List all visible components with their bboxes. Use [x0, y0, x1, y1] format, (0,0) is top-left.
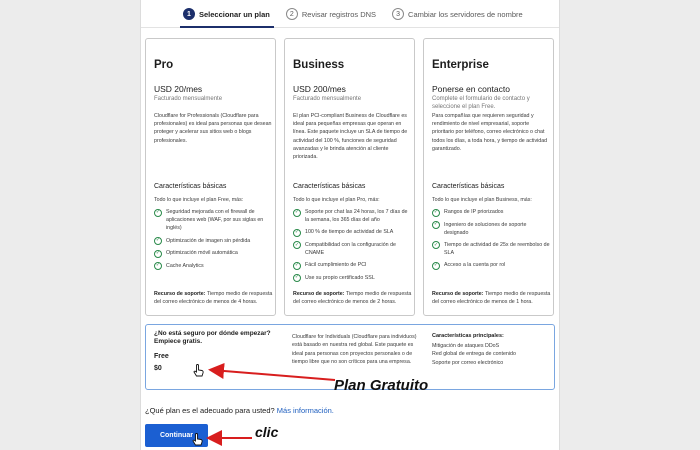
features-intro: Todo lo que incluye el plan Pro, más:	[293, 197, 380, 203]
feature-item: ✓ Seguridad mejorada con el firewall de a…	[154, 208, 274, 233]
feature-item: ✓ Optimización de imagen sin pérdida	[154, 237, 274, 246]
free-feature-item: Mitigación de ataques DDoS	[432, 343, 500, 349]
annotation-clic: clic	[255, 424, 279, 440]
free-plan-price: $0	[154, 365, 162, 372]
step-change-nameservers[interactable]: 3 Cambiar los servidores de nombre	[392, 8, 523, 20]
check-circle-icon: ✓	[293, 241, 301, 250]
features-title: Características básicas	[293, 183, 366, 190]
support-label: Recurso de soporte:	[432, 291, 484, 297]
feature-item: ✓ Ingeniero de soluciones de soporte desi…	[432, 221, 552, 237]
hand-pointer-icon	[193, 364, 204, 377]
feature-text: Acceso a la cuenta por rol	[444, 262, 506, 269]
plan-card-pro[interactable]: Pro USD 20/mes Facturado mensualmente Cl…	[145, 38, 276, 316]
step-label: Seleccionar un plan	[199, 9, 270, 19]
support-info: Recurso de soporte: Tiempo medio de resp…	[154, 290, 276, 306]
annotation-plan-gratuito: Plan Gratuito	[334, 377, 429, 394]
features-title: Características básicas	[154, 183, 227, 190]
free-feature-item: Soporte por correo electrónico	[432, 359, 504, 366]
feature-text: 100 % de tiempo de actividad de SLA	[305, 229, 394, 236]
free-plan-description: Cloudflare for Individuals (Cloudflare p…	[292, 334, 417, 366]
support-info: Recurso de soporte: Tiempo medio de resp…	[293, 290, 415, 306]
check-circle-icon: ✓	[432, 261, 440, 270]
features-intro: Todo lo que incluye el plan Free, más:	[154, 197, 244, 203]
plan-price: USD 200/mes	[293, 84, 346, 94]
feature-text: Fácil cumplimiento de PCI	[305, 262, 367, 269]
step-number: 1	[183, 8, 195, 20]
check-circle-icon: ✓	[154, 237, 162, 246]
step-review-dns[interactable]: 2 Revisar registros DNS	[285, 8, 377, 20]
plan-name: Pro	[154, 59, 174, 71]
feature-text: Compatibilidad con la configuración de C…	[305, 241, 396, 257]
step-number: 2	[285, 8, 298, 20]
plan-billing: Complete el formulario de contacto y sel…	[432, 96, 530, 110]
feature-list: ✓ Soporte por chat las 24 horas, los 7 dí…	[293, 208, 413, 286]
step-number: 3	[392, 8, 405, 20]
free-features-title: Características principales:	[432, 333, 504, 339]
plan-price: Ponerse en contacto	[432, 84, 510, 94]
plan-description: Para compañías que requieren seguridad y…	[432, 113, 548, 152]
check-circle-icon: ✓	[432, 208, 440, 217]
more-info-link[interactable]: Más información.	[277, 406, 334, 415]
free-feature-item: Red global de entrega de contenido	[432, 351, 516, 358]
plan-description: El plan PCI-compliant Business de Cloudf…	[293, 113, 408, 161]
plan-card-business[interactable]: Business USD 200/mes Facturado mensualme…	[284, 38, 415, 316]
check-circle-icon: ✓	[432, 241, 440, 250]
plan-billing: Facturado mensualmente	[293, 96, 362, 102]
feature-list: ✓ Rangos de IP priorizados ✓ Ingeniero de …	[432, 208, 552, 274]
feature-item: ✓ 100 % de tiempo de actividad de SLA	[293, 228, 413, 237]
feature-item: ✓ Use su propio certificado SSL	[293, 274, 413, 283]
feature-text: Cache Analytics	[166, 262, 204, 269]
feature-item: ✓ Compatibilidad con la configuración de …	[293, 241, 413, 257]
plan-name: Enterprise	[432, 59, 489, 71]
free-plan-question: ¿No está seguro por dónde empezar? Empie…	[154, 330, 271, 346]
plan-help-text: ¿Qué plan es el adecuado para usted? Más…	[145, 406, 334, 415]
feature-text: Use su propio certificado SSL	[305, 274, 375, 281]
feature-item: ✓ Optimización móvil automática	[154, 249, 274, 258]
plan-description: Cloudflare for Professionals (Cloudflare…	[154, 113, 272, 144]
feature-list: ✓ Seguridad mejorada con el firewall de a…	[154, 208, 274, 274]
check-circle-icon: ✓	[293, 274, 301, 283]
features-title: Características básicas	[432, 183, 505, 190]
check-circle-icon: ✓	[293, 208, 301, 217]
step-label: Revisar registros DNS	[301, 9, 377, 19]
feature-text: Ingeniero de soluciones de soporte desig…	[444, 221, 527, 236]
stepper: 1 Seleccionar un plan 2 Revisar registro…	[183, 6, 523, 22]
step-label: Cambiar los servidores de nombre	[408, 9, 523, 19]
check-circle-icon: ✓	[154, 208, 162, 217]
feature-text: Optimización móvil automática	[166, 250, 238, 257]
feature-text: Seguridad mejorada con el firewall de ap…	[166, 209, 264, 232]
check-circle-icon: ✓	[293, 261, 301, 270]
hand-pointer-icon	[192, 433, 203, 446]
features-intro: Todo lo que incluye el plan Business, má…	[432, 197, 532, 203]
feature-item: ✓ Tiempo de actividad de 25x de reembolso…	[432, 241, 552, 257]
feature-item: ✓ Rangos de IP priorizados	[432, 208, 552, 217]
step-select-plan[interactable]: 1 Seleccionar un plan	[183, 8, 270, 20]
feature-text: Optimización de imagen sin pérdida	[166, 237, 251, 244]
check-circle-icon: ✓	[293, 228, 301, 237]
check-circle-icon: ✓	[154, 262, 162, 271]
free-feature-list: Mitigación de ataques DDoS Red global de…	[432, 342, 516, 367]
plan-billing: Facturado mensualmente	[154, 96, 223, 102]
feature-item: ✓ Soporte por chat las 24 horas, los 7 dí…	[293, 208, 413, 224]
feature-item: ✓ Acceso a la cuenta por rol	[432, 261, 552, 270]
support-info: Recurso de soporte: Tiempo medio de resp…	[432, 290, 554, 306]
feature-text: Rangos de IP priorizados	[444, 209, 504, 215]
plan-price: USD 20/mes	[154, 84, 203, 94]
check-circle-icon: ✓	[432, 221, 440, 229]
feature-item: ✓ Cache Analytics	[154, 262, 274, 271]
feature-item: ✓ Fácil cumplimiento de PCI	[293, 261, 413, 270]
plan-help-question: ¿Qué plan es el adecuado para usted?	[145, 406, 275, 415]
active-step-indicator	[180, 26, 274, 28]
plan-name: Business	[293, 59, 345, 71]
plan-card-enterprise[interactable]: Enterprise Ponerse en contacto Complete …	[423, 38, 554, 316]
feature-text: Soporte por chat las 24 horas, los 7 día…	[305, 209, 408, 224]
support-label: Recurso de soporte:	[293, 291, 345, 297]
check-circle-icon: ✓	[154, 249, 162, 258]
free-plan-name: Free	[154, 353, 169, 360]
support-label: Recurso de soporte:	[154, 291, 206, 297]
feature-text: Tiempo de actividad de 25x de reembolso …	[444, 241, 550, 257]
